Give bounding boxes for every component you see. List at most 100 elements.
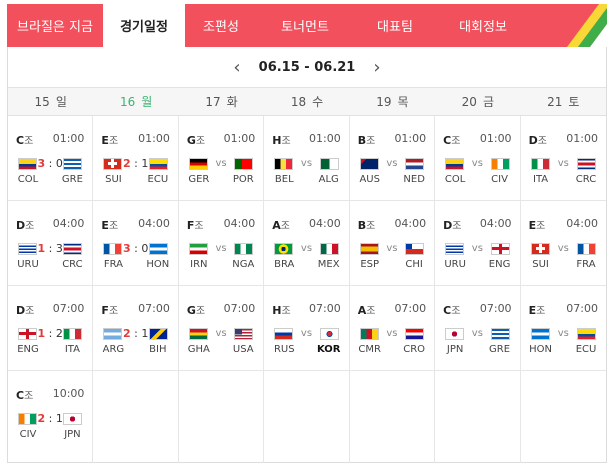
away-team: ENG bbox=[488, 259, 511, 270]
tab-tournament-info[interactable]: 대회정보 bbox=[437, 4, 529, 47]
group-label: D조 bbox=[16, 219, 35, 232]
match-cell[interactable]: F조 04:00 vs IRN NGA bbox=[178, 201, 265, 286]
match-cell[interactable]: D조 04:00 1 : 3 URU CRC bbox=[8, 201, 94, 286]
tab-schedule[interactable]: 경기일정 bbox=[103, 4, 185, 47]
flag-irn-icon bbox=[188, 242, 208, 255]
flag-uru-icon bbox=[18, 242, 37, 255]
away-team: ALG bbox=[318, 174, 339, 185]
match-cell[interactable]: F조 07:00 2 : 1 ARG BIH bbox=[93, 286, 179, 371]
tab-tournament[interactable]: 토너먼트 bbox=[257, 4, 353, 47]
group-suffix: 조 bbox=[108, 136, 119, 147]
away-team: CRC bbox=[62, 259, 83, 270]
group-suffix: 조 bbox=[281, 306, 291, 317]
group-suffix: 조 bbox=[108, 221, 119, 232]
flag-fra-icon bbox=[576, 242, 596, 255]
match-cell[interactable]: G조 01:00 vs GER POR bbox=[178, 116, 265, 201]
match-cell[interactable]: C조 01:00 vs COL CIV bbox=[435, 116, 521, 201]
match-cell[interactable]: C조 10:00 2 : 1 CIV JPN bbox=[8, 371, 94, 463]
match-time: 04:00 bbox=[479, 217, 512, 230]
match-cell[interactable]: E조 04:00 vs SUI FRA bbox=[520, 201, 606, 286]
match-score: 1 : 3 bbox=[37, 242, 63, 255]
match-cell[interactable]: H조 01:00 vs BEL ALG bbox=[264, 116, 350, 201]
match-info: B조 04:00 bbox=[358, 217, 427, 232]
group-label: C조 bbox=[443, 134, 461, 147]
match-flags: vs bbox=[530, 242, 596, 255]
match-cell[interactable]: E조 04:00 3 : 0 FRA HON bbox=[93, 201, 179, 286]
match-cell[interactable]: A조 04:00 vs BRA MEX bbox=[264, 201, 350, 286]
match-info: H조 01:00 bbox=[272, 132, 340, 147]
next-week-button[interactable]: › bbox=[362, 57, 392, 78]
away-team: CRC bbox=[575, 174, 597, 185]
group-suffix: 조 bbox=[24, 136, 34, 147]
match-cell[interactable]: E조 01:00 2 : 1 SUI ECU bbox=[93, 116, 179, 201]
vs-label: vs bbox=[215, 243, 227, 254]
match-cell[interactable]: B조 01:00 vs AUS NED bbox=[349, 116, 436, 201]
match-info: A조 04:00 bbox=[272, 217, 341, 232]
match-time: 04:00 bbox=[309, 217, 341, 230]
flag-sui-icon bbox=[530, 242, 550, 255]
flag-ecu-icon bbox=[576, 327, 596, 340]
match-flags: vs bbox=[188, 242, 254, 255]
empty-cell bbox=[435, 371, 521, 463]
group-suffix: 조 bbox=[25, 221, 35, 232]
home-team: URU bbox=[17, 259, 39, 270]
group-suffix: 조 bbox=[536, 306, 546, 317]
match-info: D조 01:00 bbox=[529, 132, 598, 147]
home-team: GHA bbox=[187, 344, 210, 355]
match-info: E조 01:00 bbox=[101, 132, 170, 147]
home-team: URU bbox=[444, 259, 466, 270]
day-15: 15 일 bbox=[8, 88, 93, 115]
match-info: F조 07:00 bbox=[101, 302, 169, 317]
day-number: 19 bbox=[376, 94, 392, 109]
match-flags: vs bbox=[445, 157, 510, 170]
match-time: 01:00 bbox=[394, 132, 427, 145]
match-cell[interactable]: D조 07:00 1 : 2 ENG ITA bbox=[8, 286, 94, 371]
group-label: E조 bbox=[528, 219, 546, 232]
day-of-week: 금 bbox=[482, 95, 494, 109]
away-team: GRE bbox=[61, 174, 83, 185]
match-cell[interactable]: C조 01:00 3 : 0 COL GRE bbox=[8, 116, 94, 201]
match-cell[interactable]: G조 07:00 vs GHA USA bbox=[178, 286, 265, 371]
match-time: 01:00 bbox=[138, 132, 170, 145]
team-codes: HON ECU bbox=[525, 344, 602, 356]
tab-brazil-now[interactable]: 브라질은 지금 bbox=[7, 4, 103, 47]
match-cell[interactable]: E조 07:00 vs HON ECU bbox=[520, 286, 606, 371]
away-team: HON bbox=[146, 259, 170, 270]
match-time: 10:00 bbox=[52, 387, 85, 400]
away-team: CHI bbox=[405, 259, 423, 270]
flag-uru-icon bbox=[445, 242, 465, 255]
match-cell[interactable]: H조 07:00 vs RUS KOR bbox=[264, 286, 350, 371]
team-codes: CIV JPN bbox=[12, 429, 88, 441]
match-info: G조 01:00 bbox=[187, 132, 255, 147]
prev-week-button[interactable]: ‹ bbox=[222, 57, 252, 78]
match-cell[interactable]: C조 07:00 vs JPN GRE bbox=[435, 286, 521, 371]
flag-civ-icon bbox=[490, 157, 510, 170]
day-18: 18 수 bbox=[264, 88, 349, 115]
tab-groups[interactable]: 조편성 bbox=[185, 4, 257, 47]
match-cell[interactable]: B조 04:00 vs ESP CHI bbox=[349, 201, 436, 286]
day-number: 18 bbox=[290, 94, 307, 109]
flag-jpn-icon bbox=[445, 327, 465, 340]
home-team: RUS bbox=[273, 344, 295, 355]
match-time: 04:00 bbox=[223, 217, 256, 230]
team-codes: GER POR bbox=[183, 174, 259, 186]
tab-national-team[interactable]: 대표팀 bbox=[353, 4, 437, 47]
match-time: 01:00 bbox=[566, 132, 598, 145]
day-number: 20 bbox=[461, 94, 477, 109]
away-team: BIH bbox=[149, 344, 167, 355]
match-flags: vs bbox=[445, 242, 510, 255]
day-of-week: 수 bbox=[312, 95, 324, 109]
flag-aus-icon bbox=[359, 157, 379, 170]
match-cell[interactable]: A조 07:00 vs CMR CRO bbox=[349, 286, 436, 371]
group-suffix: 조 bbox=[195, 136, 206, 147]
match-time: 04:00 bbox=[394, 217, 427, 230]
team-codes: URU CRC bbox=[12, 259, 88, 271]
vs-label: vs bbox=[386, 243, 398, 254]
flag-rus-icon bbox=[274, 327, 294, 340]
group-suffix: 조 bbox=[366, 136, 376, 147]
match-time: 07:00 bbox=[566, 302, 598, 315]
match-cell[interactable]: D조 01:00 vs ITA CRC bbox=[520, 116, 606, 201]
match-score: 2 : 1 bbox=[122, 327, 149, 340]
match-cell[interactable]: D조 04:00 vs URU ENG bbox=[435, 201, 521, 286]
home-team: BEL bbox=[274, 174, 294, 185]
